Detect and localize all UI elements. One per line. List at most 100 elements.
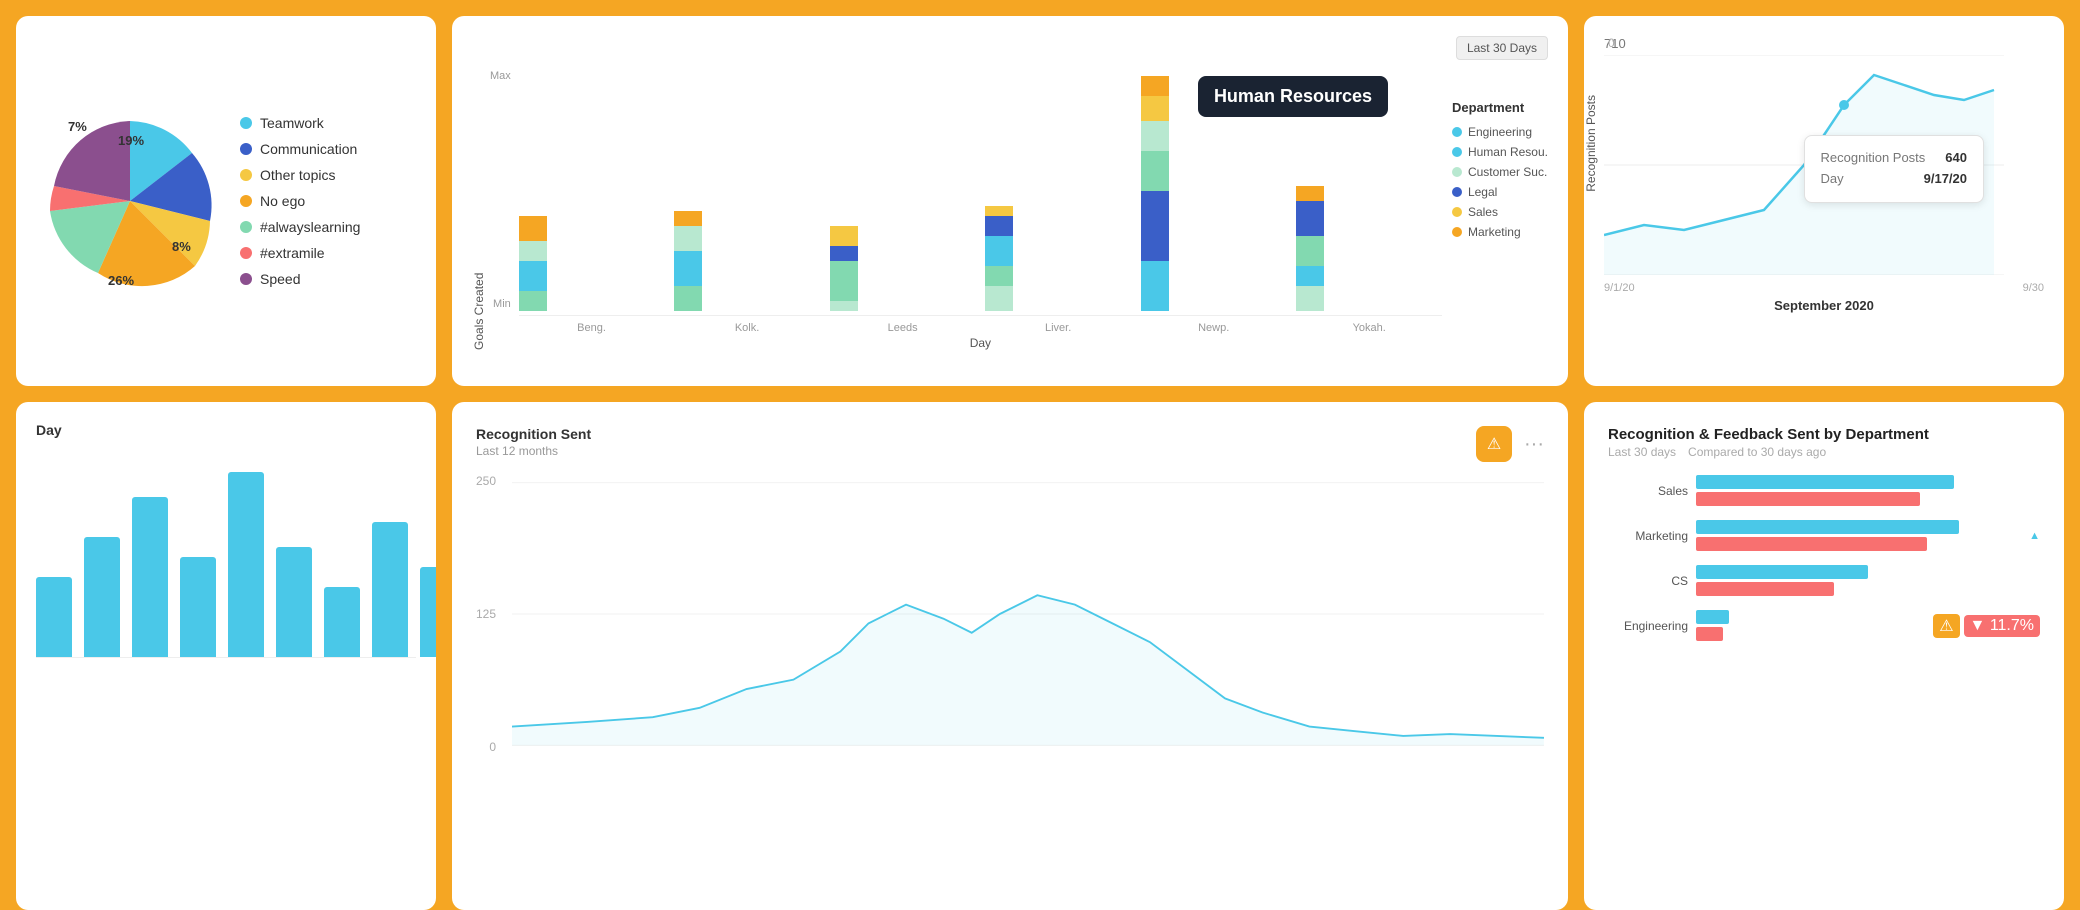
rec-y-labels: 250 125 0 [476,474,504,754]
legend-item-noego: No ego [240,193,360,209]
x-start: 9/1/20 [1604,282,1635,294]
dept-compare: Compared to 30 days ago [1688,445,1826,459]
dept-eng-label: Engineering [1608,619,1688,633]
dept-row-sales: Sales [1608,475,2040,506]
day-rect-4 [180,557,216,657]
day-bar-4 [180,557,216,657]
tooltip-rec-value: 640 [1945,148,1967,169]
dept-legal: Legal [1452,185,1548,199]
bar-chart-card: Last 30 Days Goals Created Max Min [452,16,1568,386]
rec-y-250: 250 [476,474,496,488]
pie-legend: Teamwork Communication Other topics No e… [240,115,360,287]
legend-item-extramile: #extramile [240,245,360,261]
legend-item-alwayslearning: #alwayslearning [240,219,360,235]
noego-dot [240,195,252,207]
tooltip-day: Day 9/17/20 [1821,169,1967,190]
dept-chart-title: Recognition & Feedback Sent by Departmen… [1608,426,2040,443]
alwayslearning-label: #alwayslearning [260,219,360,235]
y-max: Max [490,70,511,82]
x-liver: Liver. [985,322,1131,334]
dept-mkt-blue [1696,520,1959,534]
rec-header-actions: ⚠ ··· [1476,426,1544,462]
communication-dot [240,143,252,155]
teamwork-label: Teamwork [260,115,324,131]
day-bar-2 [84,537,120,657]
dept-hr: Human Resou. [1452,145,1548,159]
liver-stack [985,206,1013,311]
noego-label: No ego [260,193,305,209]
pie-chart-card: 7% 19% 8% 26% Teamwork Communication Oth… [16,16,436,386]
cs-dot [1452,167,1462,177]
beng-stack [519,216,547,311]
mkt-label: Marketing [1468,225,1521,239]
dept-eng-blue [1696,610,1729,624]
day-bar-1 [36,577,72,657]
rec-sent-svg [512,474,1544,754]
x-leeds: Leeds [830,322,976,334]
recognition-sent-card: Recognition Sent Last 12 months ⚠ ··· 25… [452,402,1568,910]
eng-pct-value: 11.7% [1990,617,2034,634]
eng-pct-badge: ▼ 11.7% [1964,615,2040,637]
x-yokah: Yokah. [1296,322,1442,334]
legend-item-speed: Speed [240,271,360,287]
eng-label: Engineering [1468,125,1532,139]
day-bar-3 [132,497,168,657]
line-month-label: September 2020 [1604,298,2044,313]
cs-label: Customer Suc. [1468,165,1547,179]
rec-y-125: 125 [476,607,496,621]
extramile-label: #extramile [260,245,325,261]
alert-icon[interactable]: ⚠ [1476,426,1512,462]
sales-label: Sales [1468,205,1498,219]
eng-badges: ⚠ ▼ 11.7% [1933,614,2040,638]
tooltip-rec-label: Recognition Posts [1821,148,1926,169]
dashboard-grid: 7% 19% 8% 26% Teamwork Communication Oth… [0,0,2080,878]
dept-cs: Customer Suc. [1452,165,1548,179]
dept-cs-bars [1696,565,2040,596]
tooltip-rec-posts: Recognition Posts 640 [1821,148,1967,169]
bar-tooltip: Human Resources [1198,76,1388,117]
line-tooltip: Recognition Posts 640 Day 9/17/20 [1804,135,1984,203]
pct-8: 8% [172,239,191,254]
dots-menu[interactable]: ··· [1524,433,1544,456]
dept-chart-subtitles: Last 30 days Compared to 30 days ago [1608,445,2040,459]
day-chart-card: Day [16,402,436,910]
x-axis-labels: Beng. Kolk. Leeds Liver. Newp. Yokah. [519,322,1442,334]
rec-sent-title: Recognition Sent [476,426,591,442]
dept-sales-blue [1696,475,1954,489]
speed-label: Speed [260,271,300,287]
bar-beng [519,216,665,311]
hr-dot [1452,147,1462,157]
bar-leeds [830,226,976,311]
day-bar-5 [228,472,264,657]
pie-chart: 7% 19% 8% 26% [40,111,220,291]
bar-yokah [1296,186,1442,311]
bar-liver [985,206,1131,311]
day-bar-6 [276,547,312,657]
tooltip-day-value: 9/17/20 [1924,169,1967,190]
dept-subtitle: Last 30 days [1608,445,1676,459]
mkt-up-arrow: ▲ [2029,530,2040,542]
line-chart-card: 710 Recognition Posts Recognition Posts [1584,16,2064,386]
eng-alert-badge: ⚠ [1933,614,1959,638]
dept-marketing: Marketing [1452,225,1548,239]
teamwork-dot [240,117,252,129]
y-axis-labels: Max Min [490,70,519,310]
legal-dot [1452,187,1462,197]
pct-7: 7% [68,119,87,134]
last-30-badge[interactable]: Last 30 Days [1456,36,1548,60]
line-chart-area: Recognition Posts Recognition Posts 640 [1604,55,2044,280]
day-bar-9 [420,567,436,657]
day-bars [36,458,416,658]
extramile-dot [240,247,252,259]
eng-alert-icon: ⚠ [1939,616,1953,636]
pct-26: 26% [108,273,134,288]
y-min: Min [493,298,511,310]
dept-mkt-red [1696,537,1927,551]
dept-cs-label: CS [1608,574,1688,588]
y-axis-title: Goals Created [472,70,486,350]
bar-chart-header: Last 30 Days [472,36,1548,60]
dept-row-engineering: Engineering ⚠ ▼ 11.7% [1608,610,2040,641]
x-axis-title: Day [519,336,1442,350]
line-y-title: Recognition Posts [1584,95,1598,192]
other-label: Other topics [260,167,335,183]
